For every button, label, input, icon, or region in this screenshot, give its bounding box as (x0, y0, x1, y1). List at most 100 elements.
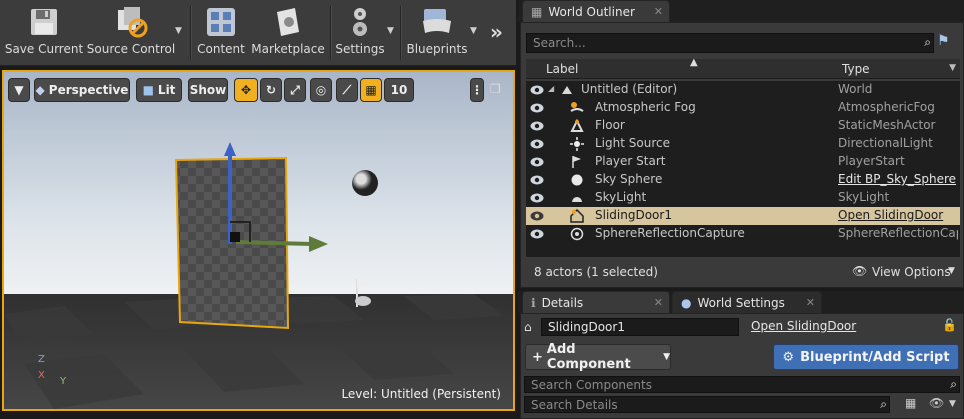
grid-snap-value[interactable]: 10 (384, 78, 414, 102)
grid-snap-value-text: 10 (390, 83, 408, 97)
eye-visibility-icon[interactable] (530, 210, 544, 224)
list-item[interactable]: Sky Sphere Edit BP_Sky_Sphere (526, 171, 960, 189)
outliner-header: Label ▲ Type ▼ (526, 57, 960, 79)
eye-visibility-icon[interactable] (530, 84, 544, 98)
eye-visibility-icon[interactable] (530, 228, 544, 242)
blueprint-add-script-label: Blueprint/Add Script (800, 349, 950, 365)
toolbar-separator (190, 6, 192, 60)
list-item[interactable]: Atmospheric Fog AtmosphericFog (526, 99, 960, 117)
filter-dropdown-icon[interactable]: ▼ (949, 399, 956, 409)
search-components-placeholder: Search Components (531, 377, 652, 392)
tab-world-settings[interactable]: ● World Settings ✕ (672, 291, 822, 313)
add-component-dropdown-icon: ▼ (663, 352, 670, 362)
maximize-viewport-icon[interactable]: ❐ (490, 82, 501, 96)
surface-snap-icon[interactable]: ⟋ (336, 78, 358, 102)
world-outliner-panel: Search... ⌕ ⚑ Label ▲ Type ▼ ◢ Untitled … (520, 22, 964, 288)
close-icon[interactable]: ✕ (654, 296, 663, 309)
content-label: Content (197, 42, 245, 56)
search-components-input[interactable]: Search Components ⌕ (524, 376, 960, 393)
list-item[interactable]: ◢ Untitled (Editor) World (526, 81, 960, 99)
list-item-label: Sky Sphere (595, 172, 663, 186)
static-mesh-icon (570, 118, 584, 133)
column-type-header[interactable]: Type (842, 62, 870, 76)
create-folder-icon[interactable]: ⚑ (937, 33, 959, 53)
list-item-label: Untitled (Editor) (581, 82, 678, 96)
open-blueprint-link[interactable]: Open SlidingDoor (751, 319, 856, 333)
close-icon[interactable]: ✕ (654, 5, 663, 18)
blueprints-button[interactable]: Blueprints (404, 4, 470, 62)
list-item-label: SlidingDoor1 (595, 208, 672, 222)
sky-sphere-gizmo-icon[interactable] (352, 170, 378, 196)
eye-visibility-icon[interactable] (530, 174, 544, 188)
view-options-dropdown-icon[interactable]: ▼ (948, 266, 955, 276)
eye-visibility-icon[interactable] (530, 138, 544, 152)
source-control-dropdown-icon[interactable]: ▼ (175, 26, 182, 36)
eye-visibility-icon[interactable] (530, 192, 544, 206)
source-control-button[interactable]: Source Control (86, 4, 176, 62)
save-current-button[interactable]: Save Current (4, 4, 84, 62)
axis-x-label: X (38, 370, 45, 381)
list-item-selected[interactable]: SlidingDoor1 Open SlidingDoor (526, 207, 960, 225)
world-local-icon[interactable]: ◎ (310, 78, 332, 102)
view-options-button[interactable]: View Options (872, 265, 951, 279)
type-column-dropdown-icon[interactable]: ▼ (949, 63, 956, 73)
source-control-label: Source Control (86, 42, 176, 56)
blueprints-dropdown-icon[interactable]: ▼ (470, 26, 477, 36)
lit-button[interactable]: ■ Lit (136, 78, 182, 102)
tab-details[interactable]: ℹ Details ✕ (522, 291, 670, 313)
list-item[interactable]: Player Start PlayerStart (526, 153, 960, 171)
blueprint-add-script-button[interactable]: ⚙ Blueprint/Add Script (773, 344, 959, 370)
expand-arrow-icon[interactable]: ◢ (548, 84, 554, 93)
toolbar-separator (330, 6, 332, 60)
search-details-input[interactable]: Search Details ⌕ (524, 396, 890, 413)
rotate-mode-icon[interactable]: ↻ (260, 78, 282, 102)
perspective-button[interactable]: ◆ Perspective (34, 78, 130, 102)
search-icon: ⌕ (924, 35, 931, 49)
property-matrix-icon[interactable]: ▦ (905, 396, 916, 410)
eye-visibility-icon[interactable] (530, 120, 544, 134)
translate-mode-icon[interactable]: ✥ (234, 78, 258, 102)
level-viewport[interactable]: ▼ ◆ Perspective ■ Lit Show ✥ ↻ ⤢ ◎ ⟋ ▦ 1… (2, 70, 515, 411)
tab-world-outliner[interactable]: ▦ World Outliner ✕ (522, 0, 670, 22)
lock-icon[interactable]: 🔓 (942, 318, 957, 332)
settings-button[interactable]: Settings (334, 4, 386, 62)
actor-name-value: SlidingDoor1 (548, 320, 625, 334)
scale-mode-icon[interactable]: ⤢ (284, 78, 306, 102)
list-item[interactable]: SkyLight SkyLight (526, 189, 960, 207)
eye-visibility-icon[interactable] (530, 156, 544, 170)
save-current-label: Save Current (4, 42, 84, 56)
sliding-door-mesh[interactable] (4, 72, 515, 411)
list-item-type: AtmosphericFog (838, 100, 935, 114)
sort-ascending-icon: ▲ (690, 57, 698, 68)
viewport-options-dropdown[interactable]: ▼ (8, 78, 30, 102)
outliner-search-input[interactable]: Search... ⌕ (526, 33, 934, 53)
search-icon: ⌕ (950, 377, 957, 391)
eye-visibility-icon[interactable] (530, 102, 544, 116)
close-icon[interactable]: ✕ (806, 296, 815, 309)
eye-view-options-icon: 👁 (852, 264, 868, 278)
level-label: Level: Untitled (Persistent) (341, 387, 501, 401)
list-item[interactable]: Light Source DirectionalLight (526, 135, 960, 153)
column-label-header[interactable]: Label (546, 62, 578, 76)
list-item[interactable]: Floor StaticMeshActor (526, 117, 960, 135)
viewport-more-icon[interactable]: ⋮ (470, 78, 484, 102)
list-item-label: SphereReflectionCapture (595, 226, 745, 240)
open-blueprint-link[interactable]: Open SlidingDoor (838, 208, 958, 222)
add-component-button[interactable]: + Add Component ▼ (525, 342, 671, 372)
marketplace-button[interactable]: Marketplace (251, 4, 325, 62)
main-toolbar: Save Current Source Control ▼ Content Ma… (0, 0, 516, 66)
eye-filter-icon[interactable]: 👁 (929, 396, 944, 410)
grid-snap-icon[interactable]: ▦ (360, 78, 382, 102)
content-button[interactable]: Content (196, 4, 246, 62)
list-item-label: SkyLight (595, 190, 647, 204)
list-item[interactable]: SphereReflectionCapture SphereReflection… (526, 225, 960, 243)
edit-blueprint-link[interactable]: Edit BP_Sky_Sphere (838, 172, 958, 186)
settings-dropdown-icon[interactable]: ▼ (387, 26, 394, 36)
toolbar-overflow-button[interactable]: » (490, 20, 503, 44)
list-item-label: Player Start (595, 154, 666, 168)
player-start-flag-icon[interactable] (349, 277, 379, 311)
lit-cube-icon: ■ (142, 83, 154, 97)
actor-name-input[interactable]: SlidingDoor1 (541, 318, 739, 336)
settings-gears-icon (343, 5, 377, 39)
show-button[interactable]: Show (188, 78, 228, 102)
